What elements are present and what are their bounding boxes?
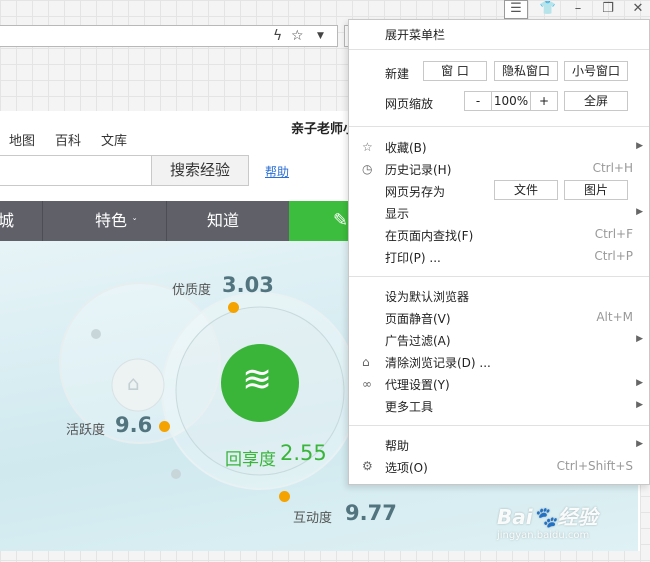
- zoom-in-button[interactable]: +: [530, 91, 558, 111]
- nav-link-map[interactable]: 地图: [9, 130, 35, 149]
- nav-item-special[interactable]: 特色 ˇ: [95, 201, 137, 241]
- minimize-icon[interactable]: –: [566, 0, 590, 19]
- nav-item-zhidao[interactable]: 知道: [207, 201, 239, 241]
- gear-icon: ⚙: [362, 459, 373, 473]
- submenu-arrow-icon: ▶: [636, 207, 643, 217]
- zoom-out-button[interactable]: -: [464, 91, 492, 111]
- menu-save-as: 网页另存为: [385, 185, 446, 199]
- chevron-down-icon: ˇ: [132, 218, 138, 229]
- menu-zoom-label: 网页缩放: [385, 97, 434, 111]
- history-shortcut: Ctrl+H: [592, 161, 633, 175]
- mute-shortcut: Alt+M: [596, 310, 633, 324]
- submenu-arrow-icon: ▶: [636, 378, 643, 388]
- help-link[interactable]: 帮助: [265, 163, 289, 180]
- menu-clear-history[interactable]: 清除浏览记录(D) ...: [385, 354, 491, 371]
- submenu-arrow-icon: ▶: [636, 400, 643, 410]
- zoom-level: 100%: [491, 91, 531, 111]
- nav-link-baike[interactable]: 百科: [55, 130, 81, 149]
- nav-item-special-label: 特色: [95, 211, 128, 230]
- menu-adblock[interactable]: 广告过滤(A): [385, 332, 451, 349]
- menu-expand-menubar[interactable]: 展开菜单栏: [385, 26, 445, 43]
- menu-favorites[interactable]: 收藏(B): [385, 139, 427, 156]
- interaction-value: 9.77: [345, 501, 397, 525]
- save-as-file-button[interactable]: 文件: [494, 180, 558, 200]
- star-icon[interactable]: ☆: [291, 27, 304, 45]
- watermark-brand2: 经验: [557, 505, 598, 529]
- menu-proxy-settings[interactable]: 代理设置(Y): [385, 376, 450, 393]
- watermark-brand: Bai: [497, 505, 533, 529]
- private-window-button[interactable]: 隐私窗口: [494, 61, 558, 81]
- star-icon: ☆: [362, 140, 373, 154]
- menu-new-label: 新建: [385, 67, 410, 81]
- menu-options[interactable]: 选项(O): [385, 459, 428, 476]
- lightning-icon[interactable]: ϟ: [273, 27, 282, 45]
- options-shortcut: Ctrl+Shift+S: [556, 459, 633, 473]
- interaction-dot: [279, 491, 290, 502]
- nav-item-mall[interactable]: 城: [0, 201, 14, 241]
- search-button[interactable]: 搜索经验: [151, 155, 249, 186]
- nav-link-wenku[interactable]: 文库: [101, 130, 127, 149]
- print-shortcut: Ctrl+P: [594, 249, 633, 263]
- find-shortcut: Ctrl+F: [594, 227, 633, 241]
- menu-mute-page[interactable]: 页面静音(V): [385, 310, 451, 327]
- activity-dot: [159, 421, 170, 432]
- fullscreen-button[interactable]: 全屏: [564, 91, 628, 111]
- restore-icon[interactable]: ❐: [596, 0, 620, 19]
- dropdown-arrow-icon[interactable]: ▼: [317, 27, 324, 45]
- menu-set-default-browser[interactable]: 设为默认浏览器: [385, 288, 469, 305]
- new-window-button[interactable]: 窗 口: [423, 61, 487, 81]
- quality-value: 3.03: [222, 273, 274, 297]
- submenu-arrow-icon: ▶: [636, 141, 643, 151]
- ring-marker: [91, 329, 101, 339]
- share-label: 回享度: [225, 450, 276, 470]
- clock-icon: ◷: [362, 162, 373, 176]
- pen-icon: ✎: [333, 210, 349, 231]
- link-icon: ∞: [362, 377, 372, 391]
- address-bar[interactable]: ϟ ☆ ▼: [0, 25, 338, 47]
- user-name[interactable]: 亲子老师小: [291, 118, 356, 137]
- quality-label: 优质度: [172, 283, 212, 298]
- paw-icon: 🐾: [532, 505, 558, 529]
- small-window-button[interactable]: 小号窗口: [564, 61, 628, 81]
- search-input[interactable]: [0, 155, 152, 186]
- menu-find[interactable]: 在页面内查找(F): [385, 227, 473, 244]
- submenu-arrow-icon: ▶: [636, 439, 643, 449]
- activity-value: 9.6: [115, 413, 153, 437]
- ring-marker: [171, 469, 181, 479]
- layers-icon: ≋: [242, 359, 273, 400]
- menu-more-tools[interactable]: 更多工具: [385, 398, 433, 415]
- home-icon: ⌂: [127, 371, 140, 395]
- menu-help[interactable]: 帮助: [385, 437, 409, 454]
- share-value: 2.55: [280, 441, 327, 465]
- menu-print[interactable]: 打印(P) ...: [385, 249, 441, 266]
- baidu-jingyan-watermark: Bai🐾经验: [497, 501, 598, 530]
- menu-history[interactable]: 历史记录(H): [385, 161, 451, 178]
- quality-dot: [228, 302, 239, 313]
- activity-label: 活跃度: [66, 423, 106, 438]
- submenu-arrow-icon: ▶: [636, 334, 643, 344]
- menu-display[interactable]: 显示: [385, 205, 409, 222]
- tshirt-skin-icon[interactable]: 👕: [536, 0, 560, 19]
- broom-icon: ⌂: [362, 355, 370, 369]
- close-icon[interactable]: ✕: [626, 0, 650, 19]
- interaction-label: 互动度: [293, 511, 333, 526]
- save-as-image-button[interactable]: 图片: [564, 180, 628, 200]
- browser-main-menu: 展开菜单栏 新建 窗 口 隐私窗口 小号窗口 网页缩放 - 100% + 全屏 …: [348, 19, 650, 485]
- watermark-url: jingyan.baidu.com: [497, 530, 590, 541]
- main-menu-button[interactable]: ☰: [504, 0, 528, 19]
